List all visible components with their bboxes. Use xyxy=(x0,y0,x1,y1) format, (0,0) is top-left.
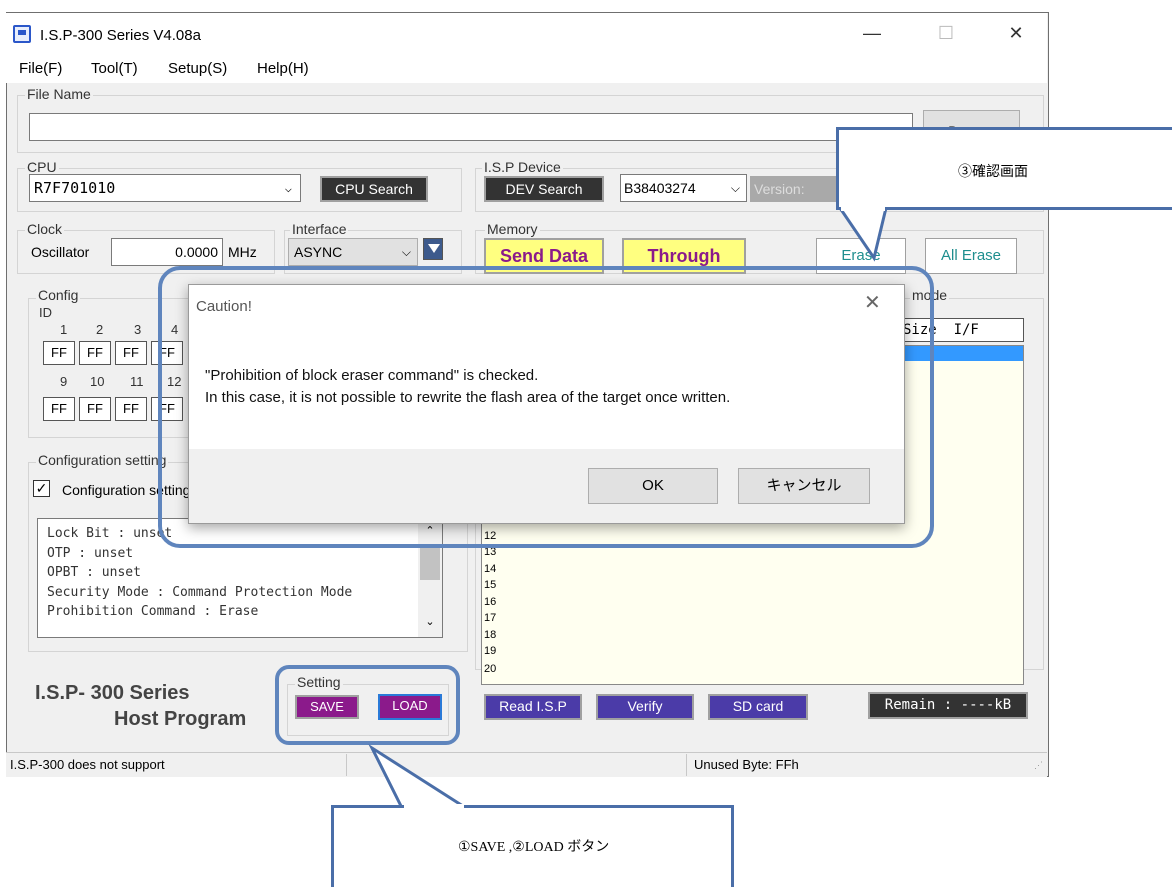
callout-joint xyxy=(404,804,464,810)
callout-buttons-text: ①SAVE ,②LOAD ボタン xyxy=(458,840,610,855)
callout-pointer xyxy=(837,206,888,262)
callout-pointer xyxy=(368,743,472,810)
callout-confirm-text: ③確認画面 xyxy=(958,165,1028,180)
callout-joint xyxy=(841,205,885,211)
